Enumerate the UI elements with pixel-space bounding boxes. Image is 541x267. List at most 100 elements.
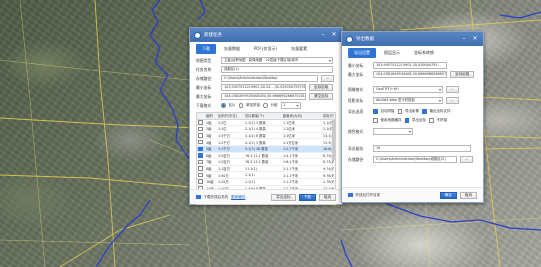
row-checkbox[interactable]: [198, 159, 203, 165]
export-coord-button[interactable]: 导出坐标: [271, 193, 296, 201]
color-format-label: 颜色格式: [348, 128, 364, 134]
table-row[interactable]: 5级1:1千万5.1(3) 48 数量1:2.2千米16.6(约): [197, 145, 335, 153]
export-title-bar[interactable]: 导出数据 – ✕: [342, 32, 483, 46]
tab-download[interactable]: 下载: [196, 44, 216, 54]
opt-export-coord-checkbox[interactable]: [404, 118, 409, 123]
minimize-icon[interactable]: –: [319, 31, 327, 39]
table-row[interactable]: 1级 1:2亿 1.1(1) 3 数量 1.1亿米 1.1(约): [197, 120, 335, 127]
export-minimize-icon[interactable]: –: [460, 35, 468, 43]
cell-tiles: 2.1(1) 4 数量: [245, 127, 266, 132]
download-button[interactable]: 下载: [298, 193, 316, 201]
table-row[interactable]: 4级1:2千万4.1(2) 3 数量1:1万亿米13.3(约): [197, 139, 335, 146]
map-type-select[interactable]: 卫星|谷歌地图 · 影像地图 · 20层级下载区域|城市: [221, 57, 333, 64]
ok-button[interactable]: 确定: [439, 191, 457, 199]
browse-button[interactable]: ...: [321, 75, 335, 82]
export-min-input[interactable]: 103.9457521215901,30.529004755...: [373, 62, 447, 69]
cell-tiles: 76.3 11.1 数量: [245, 153, 269, 158]
table-scrollbar[interactable]: [332, 120, 335, 160]
tab-poi[interactable]: POI (仅显示): [248, 44, 283, 54]
cell-scale: 1:1百万: [218, 167, 230, 172]
row-checkbox[interactable]: [198, 153, 203, 158]
opt-export-image-checkbox[interactable]: [397, 109, 402, 114]
cell-scale: 1:50万: [218, 173, 229, 178]
export-path-input[interactable]: C:\Users\Administrator\Desktop\成都区(2): [373, 156, 457, 163]
opt-no-merge-label: 不拼接: [436, 118, 448, 122]
clear-coord-button[interactable]: 清空坐标: [309, 93, 334, 100]
max-coord-input[interactable]: 104.0581699535408054,30.6666962666752012: [221, 93, 306, 100]
cell-level: 8级: [206, 167, 212, 172]
export-path-button[interactable]: ...: [460, 156, 474, 163]
image-format-button[interactable]: ...: [446, 86, 460, 93]
export-title: 导出数据: [356, 37, 374, 42]
close-icon[interactable]: ✕: [330, 31, 338, 39]
cell-dist: 1:1.2千米: [283, 180, 299, 185]
tab-vector-data[interactable]: 矢量数据: [218, 44, 246, 54]
cell-tiles: 76.3 11.1 数量: [245, 160, 269, 165]
tab-coord-convert[interactable]: 坐标系转换: [408, 48, 440, 58]
opt-export-coord-label: 导出坐标: [412, 118, 426, 122]
cell-size: 8.73(约): [323, 160, 334, 165]
dialog-title-bar[interactable]: 新建任务 – ✕: [190, 28, 342, 42]
row-checkbox[interactable]: [198, 179, 203, 184]
tab-layer-display[interactable]: 图层显示: [378, 48, 406, 58]
cell-level: 10级: [206, 180, 214, 185]
export-max-input[interactable]: 104.0581699535408,30.66669862666576: [373, 71, 447, 78]
dialog-title: 新建任务: [204, 33, 222, 38]
min-coord-input[interactable]: 103.9457521215901,30.52...,30.5290047597…: [221, 84, 306, 91]
table-row[interactable]: 2级 1:1亿 2.1(1) 4 数量 1.2亿米 2.1(约): [197, 126, 335, 133]
table-row[interactable]: 3级1:5千万3.1(2) 8 数量1:1亿米13.1(约): [197, 133, 335, 140]
row-checkbox[interactable]: [198, 139, 203, 145]
opt-coord-file-checkbox[interactable]: [422, 109, 427, 114]
table-row[interactable]: 8级 1:1百万 11.1(1) 1:1.1千米 9.74(约): [197, 166, 335, 173]
row-checkbox[interactable]: [198, 133, 203, 138]
export-pick-button[interactable]: 坐标拾取: [450, 71, 475, 78]
radio-single-merge[interactable]: [238, 103, 243, 108]
export-cancel-button[interactable]: 取消: [459, 191, 477, 199]
table-row[interactable]: 10级 1:25万 1.1(1) 1:1.2千米 1.7K(约): [197, 179, 335, 186]
tab-vector-features[interactable]: 矢量要素: [285, 44, 313, 54]
row-checkbox[interactable]: [198, 166, 203, 171]
export-close-icon[interactable]: ✕: [471, 35, 479, 43]
opt-no-merge-checkbox[interactable]: [429, 118, 434, 123]
table-row[interactable]: 9级 1:50万 1.1(1) 1:1.2千米 9.7K(约): [197, 172, 335, 179]
cell-level: 1级: [206, 120, 212, 125]
row-checkbox[interactable]: [198, 172, 203, 178]
header-tiles: 切片数量(个): [245, 114, 265, 119]
table-row[interactable]: 6级1:5百万76.3 11.1 数量1:4.1千米8.73(约): [197, 153, 335, 160]
radio-tile-label: 瓦片: [228, 103, 236, 107]
task-name-input[interactable]: 成都区(2): [221, 66, 333, 73]
pick-coord-button[interactable]: 坐标拾取: [309, 84, 334, 91]
cell-size: 1.7K(约): [323, 180, 334, 185]
image-format-select[interactable]: GeoTIFF(*.tif): [373, 86, 443, 93]
shutdown-checkbox[interactable]: [196, 194, 201, 200]
opt-coord-file-label: 输出坐标文件: [429, 109, 451, 113]
color-format-select[interactable]: [373, 128, 413, 135]
opt-auto-merge-checkbox[interactable]: [373, 109, 378, 114]
projection-button[interactable]: ...: [446, 97, 460, 104]
radio-group[interactable]: [263, 103, 268, 108]
cell-tiles: 1.1(1): [245, 173, 255, 178]
row-checkbox[interactable]: [198, 146, 203, 152]
max-coord-label: 最大坐标: [196, 93, 212, 99]
cancel-button[interactable]: 取消: [318, 193, 336, 201]
radio-tile[interactable]: [221, 103, 226, 108]
row-checkbox[interactable]: [198, 126, 203, 132]
save-path-input[interactable]: C:\Users\Administrator\Desktop: [221, 75, 318, 82]
cell-tiles: 1.1(1): [245, 179, 255, 184]
open-folder-checkbox[interactable]: [348, 192, 353, 198]
table-row[interactable]: 7级 1:2百万 76.3 11.1 数量 1:8.1千米 8.73(约): [197, 159, 335, 166]
tab-export-settings[interactable]: 导出设置: [348, 48, 376, 58]
cell-dist: 1:1万亿米: [283, 140, 299, 145]
group-count-select[interactable]: 1: [280, 102, 301, 109]
export-level-input[interactable]: 19: [373, 145, 471, 152]
cell-scale: 1:2千万: [218, 140, 230, 145]
row-checkbox[interactable]: [198, 120, 203, 125]
new-task-dialog: 新建任务 – ✕ 下载 矢量数据 POI (仅显示) 矢量要素 地图类型 卫星|…: [189, 27, 343, 205]
cell-scale: 1:1亿: [218, 127, 227, 132]
header-size: 实际尺寸(约): [323, 114, 334, 119]
cell-level: 9级: [206, 173, 212, 178]
update-cache-link[interactable]: 更新缓存: [231, 195, 245, 200]
projection-select[interactable]: WGS84 Web 墨卡托投影: [373, 97, 443, 104]
cell-scale: 1:2亿: [218, 120, 227, 125]
opt-map-cache-checkbox[interactable]: [373, 118, 378, 123]
